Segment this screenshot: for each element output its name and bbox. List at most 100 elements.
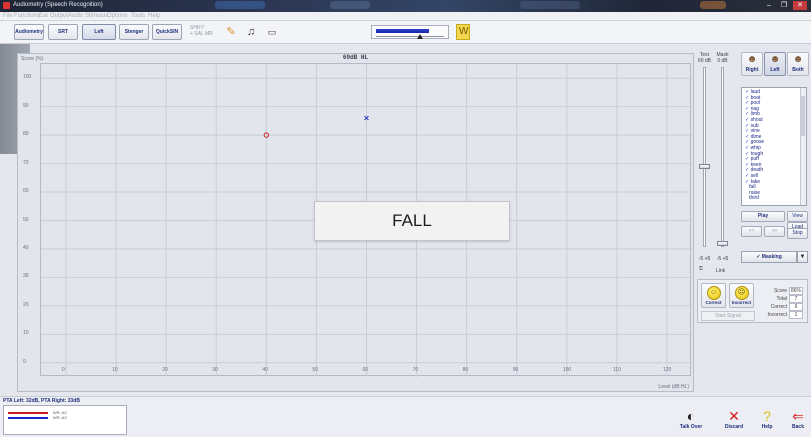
ear-left-label: Left (770, 67, 780, 73)
test-slider-track (703, 67, 706, 247)
stop-button[interactable]: Stop (787, 228, 808, 239)
view-button[interactable]: View (787, 211, 808, 222)
menu-tools[interactable]: Tools (131, 13, 145, 19)
ear-both-label: Both (792, 67, 804, 73)
menu-audio[interactable]: Audio (68, 13, 83, 19)
output-level-indicator[interactable] (371, 25, 449, 39)
x-tick-label: 80 (462, 367, 469, 373)
menu-output[interactable]: Output (50, 13, 68, 19)
back-button[interactable]: ⇐ Back (784, 408, 811, 434)
headphones-icon[interactable]: ♫ (243, 24, 259, 40)
close-button[interactable]: ✕ (793, 1, 807, 10)
mask-slider-value: 0 dB (717, 58, 728, 64)
talk-over-button[interactable]: ◐ Talk Over (677, 408, 705, 434)
y-tick-label: 80 (23, 131, 29, 138)
menu-bar: File Functions Ear Output Audio Stimulus… (0, 12, 811, 21)
previous-button[interactable]: << (741, 226, 762, 237)
incorrect-button[interactable]: ☹ Incorrect (729, 283, 754, 308)
total-row: Total 7 (776, 295, 803, 303)
y-tick-label: 60 (23, 188, 29, 195)
frown-icon: ☹ (734, 286, 749, 300)
tab-stenger[interactable]: Stenger (119, 24, 149, 40)
correct-count-label: Correct (770, 304, 787, 310)
word-list-scrollbar[interactable] (800, 88, 806, 205)
y-tick-label: 70 (23, 159, 29, 166)
speaker-icon[interactable]: ▭ (264, 24, 280, 40)
discard-label: Discard (724, 424, 744, 430)
graph-title: 60dB HL (342, 54, 369, 61)
ear-right-button[interactable]: ☻ Right (741, 52, 763, 76)
mask-step-down[interactable]: -5 (717, 256, 721, 262)
next-button[interactable]: >> (764, 226, 785, 237)
mask-step-up[interactable]: +5 (723, 256, 729, 262)
tab-audiometry[interactable]: Audiometry (14, 24, 44, 40)
y-tick-label: 10 (23, 330, 29, 337)
microphone-icon: ◐ (686, 408, 696, 424)
start-signal-button[interactable]: Start Signal (701, 311, 755, 321)
mask-slider[interactable]: Mask 0 dB -5 +5 (715, 52, 730, 262)
ear-both-button[interactable]: ☻ Both (787, 52, 809, 76)
test-slider-thumb[interactable] (699, 164, 710, 169)
help-button[interactable]: ? Help (753, 408, 781, 434)
incorrect-count-value: 1 (789, 311, 803, 319)
taskbar-blob (520, 1, 580, 9)
edit-note-icon[interactable]: ✎ (223, 24, 239, 40)
x-tick-label: 10 (112, 367, 118, 373)
y-tick-label: 30 (23, 273, 29, 280)
menu-options[interactable]: Options (107, 13, 128, 19)
word-label: third (749, 195, 759, 202)
correct-count-value: 6 (789, 303, 803, 311)
discard-button[interactable]: ✕ Discard (720, 408, 748, 434)
lock-icon[interactable]: ⚿ (699, 266, 703, 272)
tab-srt[interactable]: SRT (48, 24, 78, 40)
tab-left[interactable]: Left (82, 24, 116, 40)
shift-control[interactable]: SHIFT + SAL MR (190, 25, 213, 37)
x-tick-label: 50 (312, 367, 318, 373)
menu-ear[interactable]: Ear (39, 13, 48, 19)
test-step-down[interactable]: -5 (699, 256, 703, 262)
maximize-button[interactable]: ❐ (777, 1, 791, 10)
tab-quicksin[interactable]: QuickSIN (152, 24, 182, 40)
word-list-scroll-thumb[interactable] (801, 96, 805, 136)
app-icon (3, 2, 10, 9)
correct-button[interactable]: ☺ Correct (701, 283, 726, 308)
discard-x-icon: ✕ (728, 408, 740, 424)
masking-dropdown[interactable]: ▼ (797, 251, 808, 263)
y-tick-label: 0 (23, 358, 26, 365)
scoring-panel: ☺ Correct ☹ Incorrect Score 86% Total 7 Co… (697, 279, 808, 323)
link-label[interactable]: Link (716, 268, 725, 274)
test-slider[interactable]: Test 60 dB -5 +5 (697, 52, 712, 262)
score-value: 86% (789, 287, 803, 295)
shift-sublabel: + SAL MR (190, 31, 213, 37)
list-item[interactable]: third (745, 196, 759, 201)
talkback-window-icon[interactable]: W (456, 24, 470, 40)
y-axis-title: Score (%) (21, 56, 44, 62)
back-label: Back (792, 424, 804, 430)
incorrect-count-label: Incorrect (767, 312, 787, 318)
legend-line-left (8, 412, 48, 414)
masking-toggle[interactable]: ✓ Masking (741, 251, 797, 263)
menu-file[interactable]: File (3, 13, 13, 19)
y-tick-label: 40 (23, 244, 29, 251)
help-icon: ? (763, 408, 771, 424)
menu-functions[interactable]: Functions (14, 13, 40, 19)
masking-label: Masking (761, 254, 782, 260)
head-both-icon: ☻ (792, 54, 804, 65)
word-list[interactable]: ✓ laud ✓ boat ✓ pool ✓ nag ✓ limb ✓ shout ✓ su… (741, 87, 807, 206)
ear-left-button[interactable]: ☻ Left (764, 52, 786, 76)
back-arrow-icon: ⇐ (792, 408, 804, 424)
head-right-icon: ☻ (746, 54, 758, 65)
test-slider-foot: -5 +5 (697, 256, 712, 262)
total-label: Total (776, 296, 787, 302)
play-button[interactable]: Play (741, 211, 785, 222)
test-step-up[interactable]: +5 (705, 256, 711, 262)
menu-help[interactable]: Help (148, 13, 160, 19)
menu-stimulus[interactable]: Stimulus (85, 13, 108, 19)
head-left-icon: ☻ (769, 54, 781, 65)
mask-slider-thumb[interactable] (717, 241, 728, 247)
window-title: Audiometry (Speech Recognition) (13, 2, 103, 8)
level-fill (376, 29, 430, 33)
level-pointer[interactable] (416, 34, 423, 39)
ear-right-label: Right (745, 67, 759, 73)
minimize-button[interactable]: – (762, 1, 776, 10)
